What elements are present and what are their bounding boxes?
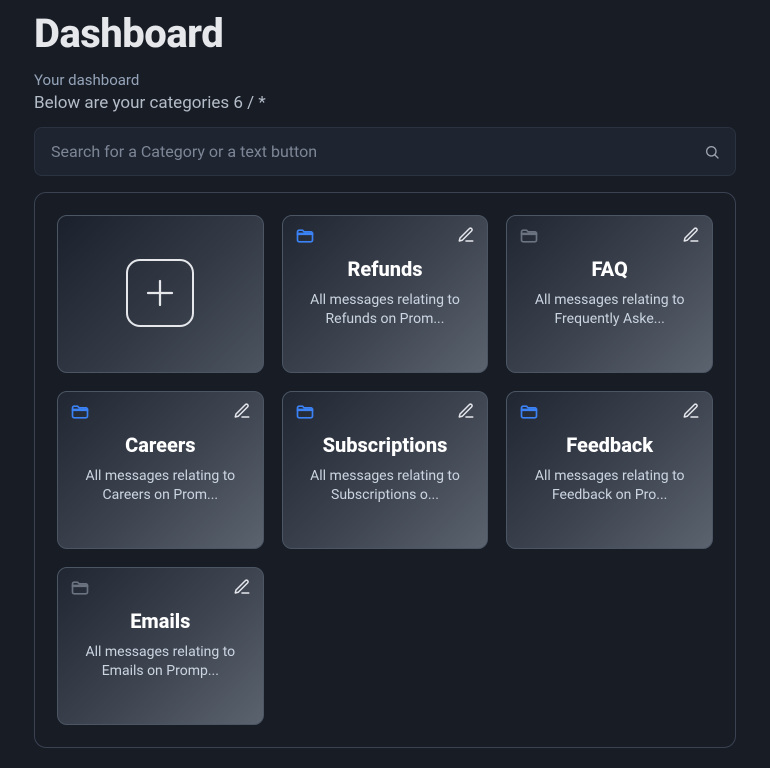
folder-icon [295, 226, 315, 246]
category-title: FAQ [592, 257, 628, 281]
category-card[interactable]: Feedback All messages relating to Feedba… [506, 391, 713, 549]
category-title: Feedback [566, 433, 653, 457]
category-description: All messages relating to Feedback on Pro… [532, 467, 687, 505]
edit-icon[interactable] [457, 226, 475, 244]
category-card[interactable]: Subscriptions All messages relating to S… [282, 391, 489, 549]
search-input[interactable] [34, 127, 736, 176]
folder-icon [295, 402, 315, 422]
search-bar [34, 127, 736, 176]
category-description: All messages relating to Refunds on Prom… [307, 291, 462, 329]
folder-icon [70, 402, 90, 422]
category-description: All messages relating to Careers on Prom… [83, 467, 238, 505]
category-description: All messages relating to Subscriptions o… [307, 467, 462, 505]
category-description: All messages relating to Emails on Promp… [83, 643, 238, 681]
category-card[interactable]: FAQ All messages relating to Frequently … [506, 215, 713, 373]
edit-icon[interactable] [457, 402, 475, 420]
edit-icon[interactable] [682, 402, 700, 420]
page-title: Dashboard [34, 10, 736, 57]
categories-count-line: Below are your categories 6 / * [34, 93, 736, 113]
category-title: Emails [130, 609, 190, 633]
folder-icon [70, 578, 90, 598]
category-title: Careers [125, 433, 195, 457]
category-title: Subscriptions [323, 433, 448, 457]
category-card[interactable]: Careers All messages relating to Careers… [57, 391, 264, 549]
plus-icon [126, 259, 194, 327]
add-category-card[interactable] [57, 215, 264, 373]
edit-icon[interactable] [682, 226, 700, 244]
category-description: All messages relating to Frequently Aske… [532, 291, 687, 329]
search-icon[interactable] [704, 144, 720, 160]
edit-icon[interactable] [233, 578, 251, 596]
category-title: Refunds [347, 257, 422, 281]
categories-panel: Refunds All messages relating to Refunds… [34, 192, 736, 748]
categories-grid: Refunds All messages relating to Refunds… [57, 215, 713, 725]
edit-icon[interactable] [233, 402, 251, 420]
category-card[interactable]: Refunds All messages relating to Refunds… [282, 215, 489, 373]
folder-icon [519, 402, 539, 422]
folder-icon [519, 226, 539, 246]
category-card[interactable]: Emails All messages relating to Emails o… [57, 567, 264, 725]
page-subtitle: Your dashboard [34, 71, 736, 89]
